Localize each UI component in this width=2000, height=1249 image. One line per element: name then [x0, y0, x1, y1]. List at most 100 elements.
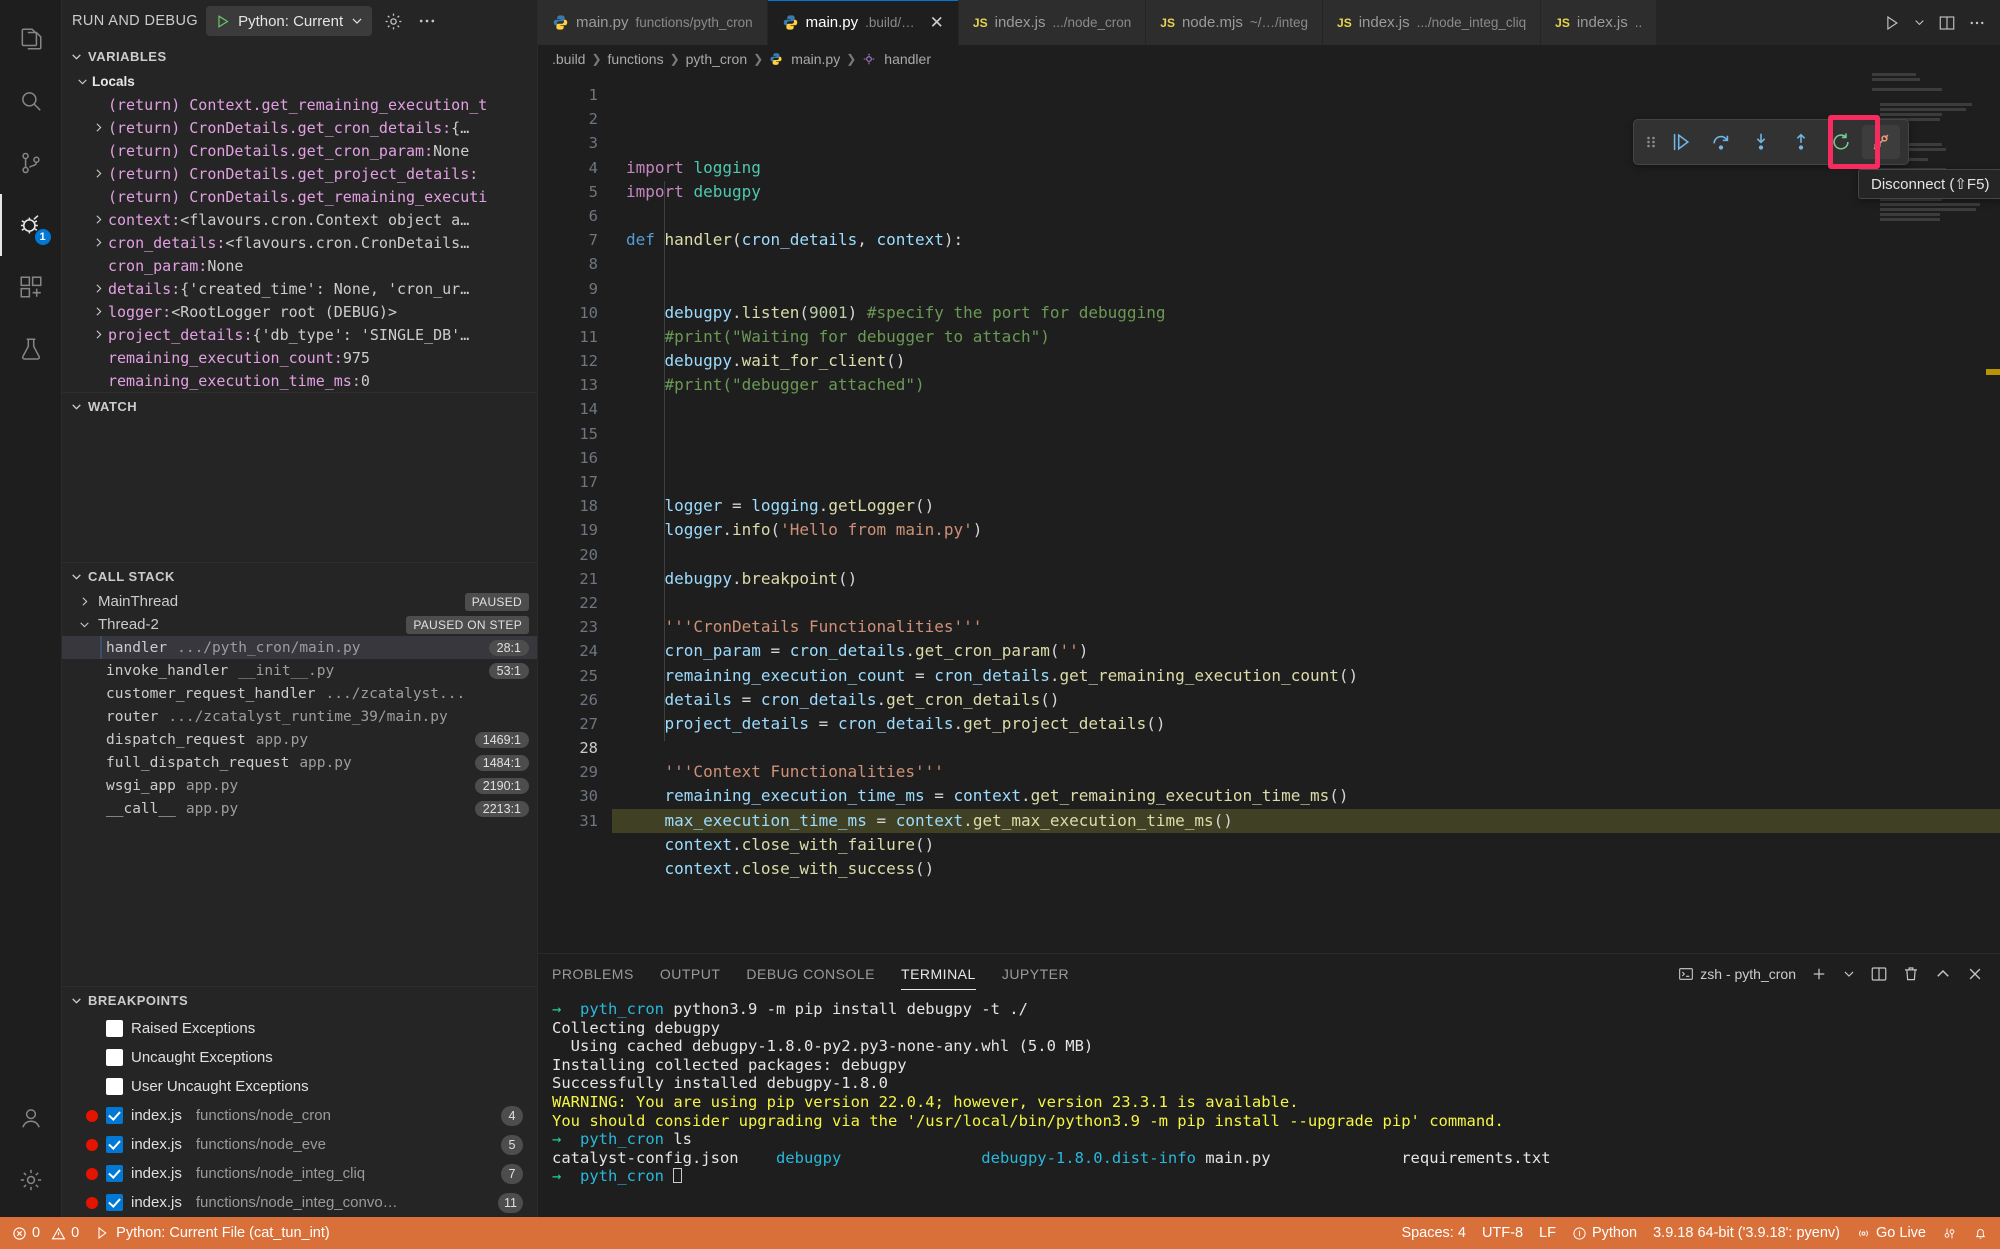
panel-tab[interactable]: OUTPUT [660, 954, 721, 994]
open-launch-json-button[interactable] [380, 8, 406, 34]
breakpoint-checkbox[interactable] [106, 1049, 123, 1066]
breakpoint-checkbox[interactable] [106, 1078, 123, 1095]
status-language-mode[interactable]: Python [1572, 1225, 1637, 1241]
step-out-button[interactable] [1782, 125, 1820, 159]
run-icon[interactable] [1883, 14, 1901, 32]
step-into-button[interactable] [1742, 125, 1780, 159]
variable-row[interactable]: (return) CronDetails.get_remaining_execu… [62, 185, 537, 208]
variables-scope-locals[interactable]: Locals [62, 70, 537, 93]
line-number[interactable]: 20 [538, 543, 612, 567]
line-number[interactable]: 15 [538, 422, 612, 446]
line-number[interactable]: 9 [538, 277, 612, 301]
code-line[interactable]: remaining_execution_count = cron_details… [612, 664, 2000, 688]
continue-button[interactable] [1662, 125, 1700, 159]
new-terminal-icon[interactable] [1810, 965, 1828, 983]
variable-row[interactable]: remaining_execution_time_ms: 0 [62, 369, 537, 392]
code-line[interactable]: max_execution_time_ms = context.get_max_… [612, 808, 2000, 833]
line-number[interactable]: 31 [538, 809, 612, 833]
callstack-thread[interactable]: MainThread PAUSED [62, 590, 537, 613]
callstack-frame[interactable]: customer_request_handler .../zcatalyst... [62, 682, 537, 705]
line-number[interactable]: 11 [538, 325, 612, 349]
breakpoint-row[interactable]: User Uncaught Exceptions [62, 1072, 537, 1101]
start-debug-icon[interactable] [214, 13, 231, 30]
code-line[interactable]: logger = logging.getLogger() [612, 494, 2000, 518]
split-terminal-icon[interactable] [1870, 965, 1888, 983]
line-number[interactable]: 10 [538, 301, 612, 325]
code-line[interactable]: '''Context Functionalities''' [612, 760, 2000, 784]
line-number[interactable]: 2 [538, 107, 612, 131]
breakpoint-checkbox[interactable] [106, 1136, 123, 1153]
line-number[interactable]: 22 [538, 591, 612, 615]
line-number[interactable]: 14 [538, 397, 612, 421]
code-line[interactable] [612, 446, 2000, 470]
line-number[interactable]: 19 [538, 518, 612, 542]
code-line[interactable] [612, 277, 2000, 301]
code-line[interactable] [612, 543, 2000, 567]
panel-tab[interactable]: TERMINAL [901, 954, 976, 994]
activity-item-search[interactable] [0, 70, 62, 132]
breakpoint-row[interactable]: index.js functions/node_integ_convo… 11 [62, 1188, 537, 1217]
variable-row[interactable]: logger: <RootLogger root (DEBUG)> [62, 300, 537, 323]
breadcrumb-item[interactable]: .build [552, 51, 585, 67]
code-line[interactable]: project_details = cron_details.get_proje… [612, 712, 2000, 736]
close-icon[interactable]: ✕ [930, 14, 944, 31]
line-number[interactable]: 16 [538, 446, 612, 470]
code-line[interactable]: import debugpy [612, 180, 2000, 204]
activity-item-manage[interactable] [0, 1149, 62, 1211]
line-number[interactable]: 1 [538, 83, 612, 107]
breakpoint-checkbox[interactable] [106, 1194, 123, 1211]
watch-pane-header[interactable]: WATCH [62, 392, 537, 420]
variable-row[interactable]: cron_details: <flavours.cron.CronDetails… [62, 231, 537, 254]
callstack-frame[interactable]: __call__ app.py 2213:1 [62, 797, 537, 820]
line-number[interactable]: 28▷ [538, 736, 612, 760]
editor-tab[interactable]: JS node.mjs ~/…/integ [1146, 0, 1324, 45]
line-number[interactable]: 13 [538, 373, 612, 397]
editor-tab[interactable]: main.py functions/pyth_cron [538, 0, 768, 45]
panel-tab[interactable]: JUPYTER [1002, 954, 1069, 994]
terminal-output[interactable]: → pyth_cron python3.9 -m pip install deb… [538, 994, 2000, 1217]
code-line[interactable]: context.close_with_failure() [612, 833, 2000, 857]
code-line[interactable]: debugpy.listen(9001) #specify the port f… [612, 301, 2000, 325]
status-notifications[interactable] [1973, 1226, 1988, 1241]
line-number[interactable]: 30 [538, 784, 612, 808]
code-line[interactable]: context.close_with_success() [612, 857, 2000, 881]
code-line[interactable] [612, 591, 2000, 615]
code-line[interactable] [612, 881, 2000, 905]
breakpoint-checkbox[interactable] [106, 1165, 123, 1182]
variable-row[interactable]: (return) CronDetails.get_project_details… [62, 162, 537, 185]
editor-tab[interactable]: JS index.js .../node_integ_cliq [1323, 0, 1542, 45]
callstack-frame[interactable]: wsgi_app app.py 2190:1 [62, 774, 537, 797]
breadcrumb-item[interactable]: functions [608, 51, 664, 67]
code-line[interactable]: def handler(cron_details, context): [612, 228, 2000, 252]
breakpoint-row[interactable]: index.js functions/node_integ_cliq 7 [62, 1159, 537, 1188]
code-line[interactable] [612, 252, 2000, 276]
variable-row[interactable]: (return) CronDetails.get_cron_details: {… [62, 116, 537, 139]
activity-item-run-and-debug[interactable]: 1 [0, 194, 62, 256]
code-line[interactable]: '''CronDetails Functionalities''' [612, 615, 2000, 639]
line-number[interactable]: 29 [538, 760, 612, 784]
code-line[interactable]: logger.info('Hello from main.py') [612, 518, 2000, 542]
status-python-interpreter[interactable]: Python: Current File (cat_tun_int) [95, 1225, 330, 1241]
activity-item-accounts[interactable] [0, 1087, 62, 1149]
close-panel-icon[interactable] [1966, 965, 1984, 983]
variables-pane-header[interactable]: VARIABLES [62, 42, 537, 70]
code-line[interactable] [612, 204, 2000, 228]
code-line[interactable]: #print("debugger attached") [612, 373, 2000, 397]
breakpoint-row[interactable]: index.js functions/node_cron 4 [62, 1101, 537, 1130]
callstack-frame[interactable]: handler .../pyth_cron/main.py 28:1 [62, 636, 537, 659]
code-line[interactable]: remaining_execution_time_ms = context.ge… [612, 784, 2000, 808]
terminal-selector[interactable]: zsh - pyth_cron [1678, 966, 1796, 982]
callstack-frame[interactable]: full_dispatch_request app.py 1484:1 [62, 751, 537, 774]
code-line[interactable] [612, 397, 2000, 421]
status-problems[interactable]: 0 0 [12, 1225, 79, 1241]
code-line[interactable] [612, 470, 2000, 494]
status-go-live[interactable]: Go Live [1856, 1225, 1926, 1241]
variable-row[interactable]: (return) Context.get_remaining_execution… [62, 93, 537, 116]
breakpoint-checkbox[interactable] [106, 1020, 123, 1037]
code-line[interactable] [612, 736, 2000, 760]
line-number[interactable]: 18 [538, 494, 612, 518]
drag-handle-icon[interactable] [1642, 125, 1660, 159]
line-number[interactable]: 3 [538, 131, 612, 155]
code-line[interactable]: debugpy.breakpoint() [612, 567, 2000, 591]
editor-tab[interactable]: JS index.js .../node_cron [958, 0, 1147, 45]
